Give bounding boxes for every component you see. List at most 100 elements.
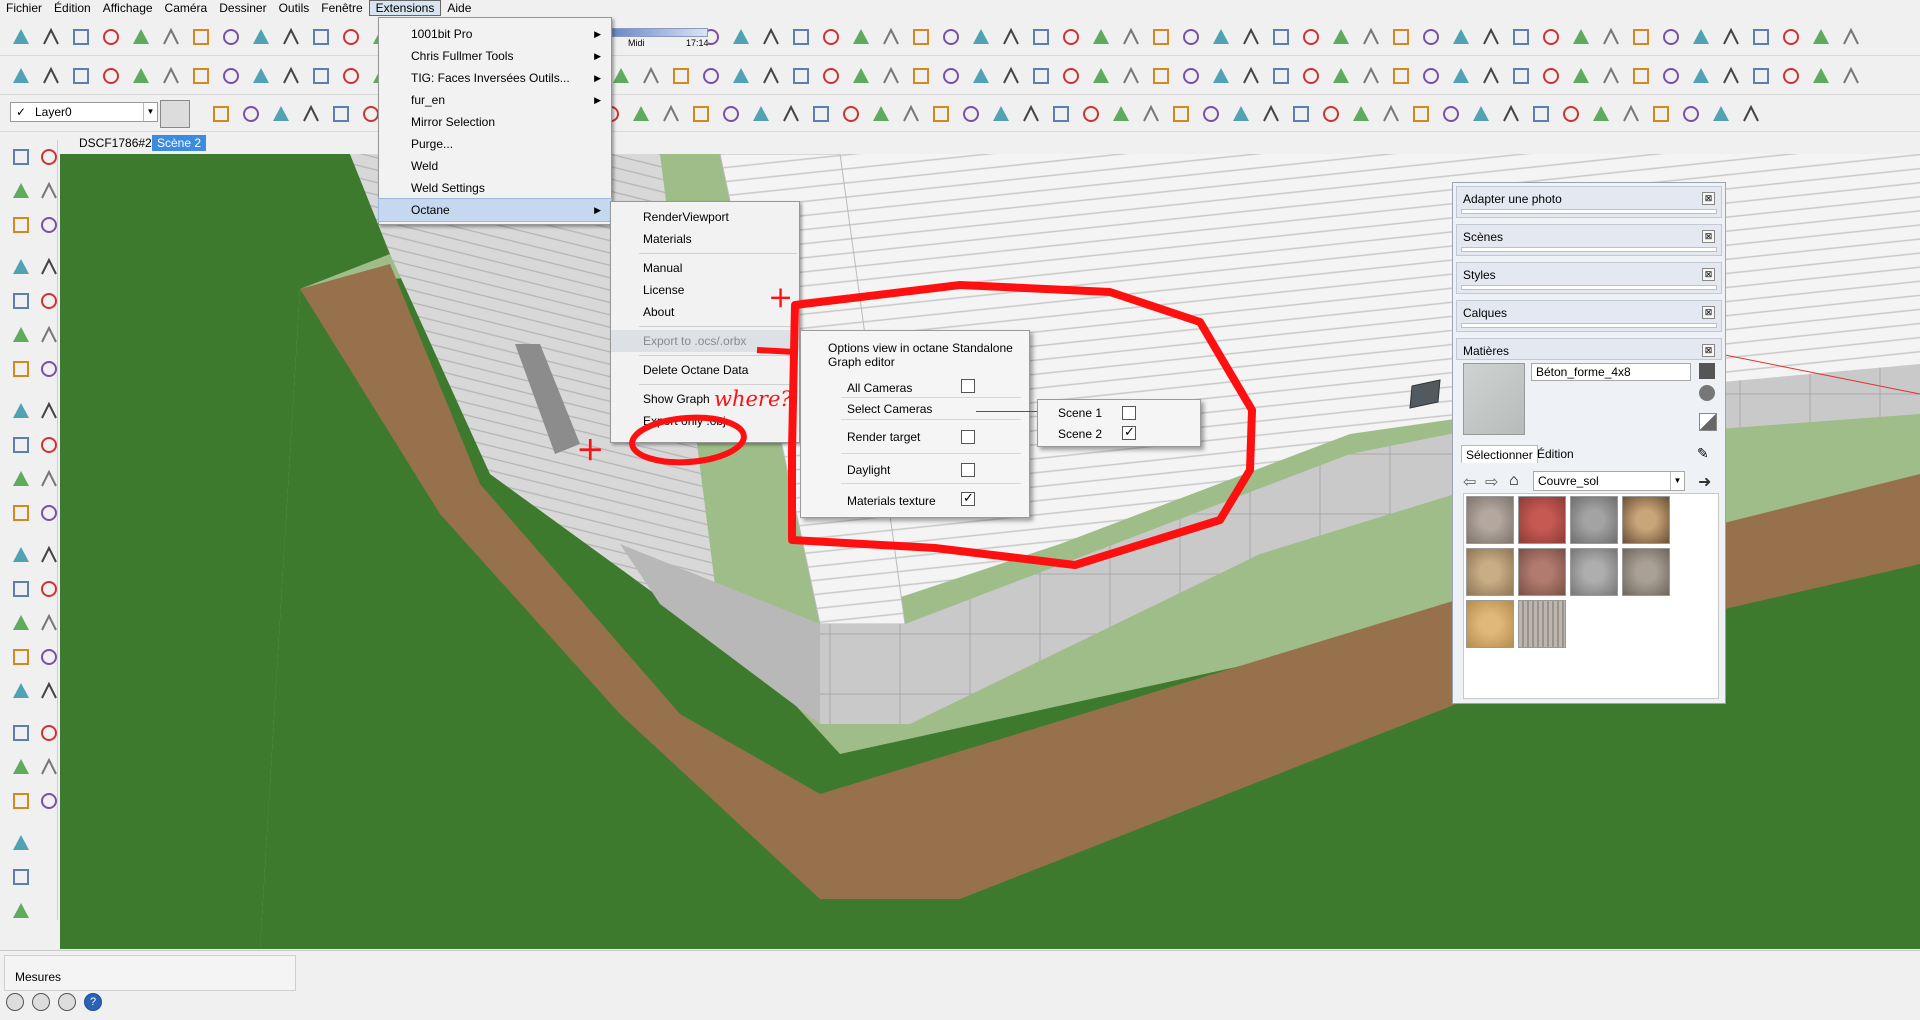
home-icon[interactable]: ⌂ (1509, 472, 1519, 490)
toolbar-tool-icon[interactable] (340, 26, 362, 48)
toolbar-tool-icon[interactable] (780, 103, 802, 125)
material-swatch[interactable] (1518, 496, 1566, 544)
toolbar-tool-icon[interactable] (1780, 65, 1802, 87)
toolbar-tool-icon[interactable] (1420, 65, 1442, 87)
geo-location-icon[interactable] (6, 993, 24, 1011)
toolbar-tool-icon[interactable] (1680, 103, 1702, 125)
toolbar-tool-icon[interactable] (1600, 26, 1622, 48)
toolbar-tool-icon[interactable] (900, 103, 922, 125)
toolbar-tool-icon[interactable] (1120, 65, 1142, 87)
toolbar-tool-icon[interactable] (1080, 103, 1102, 125)
measurements-box[interactable]: Mesures (4, 955, 296, 991)
toolbar-tool-icon[interactable] (1540, 26, 1562, 48)
left-tool-icon[interactable] (10, 646, 32, 668)
toolbar-tool-icon[interactable] (1480, 65, 1502, 87)
toolbar-tool-icon[interactable] (1030, 65, 1052, 87)
toolbar-tool-icon[interactable] (1510, 26, 1532, 48)
toolbar-tool-icon[interactable] (790, 65, 812, 87)
left-tool-icon[interactable] (38, 146, 60, 168)
toolbar-tool-icon[interactable] (810, 103, 832, 125)
toolbar-tool-icon[interactable] (1690, 26, 1712, 48)
toolbar-tool-icon[interactable] (1650, 103, 1672, 125)
material-swatch[interactable] (1570, 548, 1618, 596)
toolbar-tool-icon[interactable] (970, 26, 992, 48)
menu-item-show-graph[interactable]: Show Graph (611, 388, 799, 410)
toolbar-tool-icon[interactable] (270, 103, 292, 125)
toolbar-tool-icon[interactable] (1150, 26, 1172, 48)
material-swatch[interactable] (1622, 548, 1670, 596)
toolbar-tool-icon[interactable] (340, 65, 362, 87)
toolbar-tool-icon[interactable] (1420, 26, 1442, 48)
toolbar-tool-icon[interactable] (850, 65, 872, 87)
toolbar-tool-icon[interactable] (1570, 26, 1592, 48)
toolbar-tool-icon[interactable] (70, 26, 92, 48)
menu-item-export-obj[interactable]: Export only .obj (611, 410, 799, 432)
toolbar-tool-icon[interactable] (1210, 65, 1232, 87)
shadow-time-slider[interactable]: Midi 17:14 (612, 26, 709, 48)
left-tool-icon[interactable] (38, 756, 60, 778)
menu-item-render-viewport[interactable]: RenderViewport (611, 206, 799, 228)
close-icon[interactable]: ⊠ (1702, 344, 1715, 357)
toolbar-tool-icon[interactable] (220, 65, 242, 87)
menu-fenetre[interactable]: Fenêtre (315, 0, 368, 16)
toolbar-tool-icon[interactable] (840, 103, 862, 125)
toolbar-tool-icon[interactable] (730, 26, 752, 48)
menu-camera[interactable]: Caméra (159, 0, 214, 16)
close-icon[interactable]: ⊠ (1702, 192, 1715, 205)
left-tool-icon[interactable] (38, 578, 60, 600)
help-icon[interactable]: ? (84, 993, 102, 1011)
toolbar-tool-icon[interactable] (130, 26, 152, 48)
toolbar-tool-icon[interactable] (750, 103, 772, 125)
left-tool-icon[interactable] (10, 832, 32, 854)
left-tool-icon[interactable] (38, 612, 60, 634)
toolbar-tool-icon[interactable] (1720, 26, 1742, 48)
toolbar-tool-icon[interactable] (1300, 26, 1322, 48)
toolbar-tool-icon[interactable] (220, 26, 242, 48)
menu-dessiner[interactable]: Dessiner (213, 0, 272, 16)
toolbar-tool-icon[interactable] (1300, 65, 1322, 87)
menu-item-materials[interactable]: Materials (611, 228, 799, 250)
left-tool-icon[interactable] (10, 358, 32, 380)
panel-styles[interactable]: Styles ⊠ (1456, 262, 1722, 294)
toolbar-tool-icon[interactable] (130, 65, 152, 87)
menu-item-purge[interactable]: Purge... (379, 133, 611, 155)
toolbar-tool-icon[interactable] (990, 103, 1012, 125)
toolbar-tool-icon[interactable] (100, 65, 122, 87)
menu-item-octane[interactable]: Octane ▶ (378, 198, 612, 222)
left-tool-icon[interactable] (38, 290, 60, 312)
toolbar-tool-icon[interactable] (1090, 65, 1112, 87)
toolbar-tool-icon[interactable] (1020, 103, 1042, 125)
toolbar-tool-icon[interactable] (1620, 103, 1642, 125)
toolbar-tool-icon[interactable] (930, 103, 952, 125)
toolbar-tool-icon[interactable] (870, 103, 892, 125)
menu-item-delete-octane[interactable]: Delete Octane Data (611, 359, 799, 381)
left-tool-icon[interactable] (10, 434, 32, 456)
toolbar-tool-icon[interactable] (160, 65, 182, 87)
toolbar-tool-icon[interactable] (250, 65, 272, 87)
toolbar-tool-icon[interactable] (640, 65, 662, 87)
tab-edition[interactable]: Édition (1533, 445, 1578, 463)
toolbar-tool-icon[interactable] (760, 65, 782, 87)
toolbar-tool-icon[interactable] (10, 26, 32, 48)
toolbar-tool-icon[interactable] (1740, 103, 1762, 125)
toolbar-tool-icon[interactable] (940, 26, 962, 48)
material-swatch[interactable] (1466, 600, 1514, 648)
toolbar-tool-icon[interactable] (820, 65, 842, 87)
menu-fichier[interactable]: Fichier (0, 0, 48, 16)
toolbar-tool-icon[interactable] (820, 26, 842, 48)
material-swatch[interactable] (1518, 600, 1566, 648)
toolbar-tool-icon[interactable] (1540, 65, 1562, 87)
toolbar-tool-icon[interactable] (1150, 65, 1172, 87)
shadow-time-track[interactable] (612, 28, 708, 37)
toolbar-tool-icon[interactable] (1750, 26, 1772, 48)
left-tool-icon[interactable] (38, 468, 60, 490)
toolbar-tool-icon[interactable] (970, 65, 992, 87)
toolbar-tool-icon[interactable] (1090, 26, 1112, 48)
toolbar-tool-icon[interactable] (1240, 65, 1262, 87)
left-tool-icon[interactable] (10, 680, 32, 702)
toolbar-tool-icon[interactable] (1270, 26, 1292, 48)
default-material-icon[interactable] (1699, 413, 1717, 431)
left-tool-icon[interactable] (10, 722, 32, 744)
toolbar-tool-icon[interactable] (210, 103, 232, 125)
menu-item-fullmer[interactable]: Chris Fullmer Tools ▶ (379, 45, 611, 67)
